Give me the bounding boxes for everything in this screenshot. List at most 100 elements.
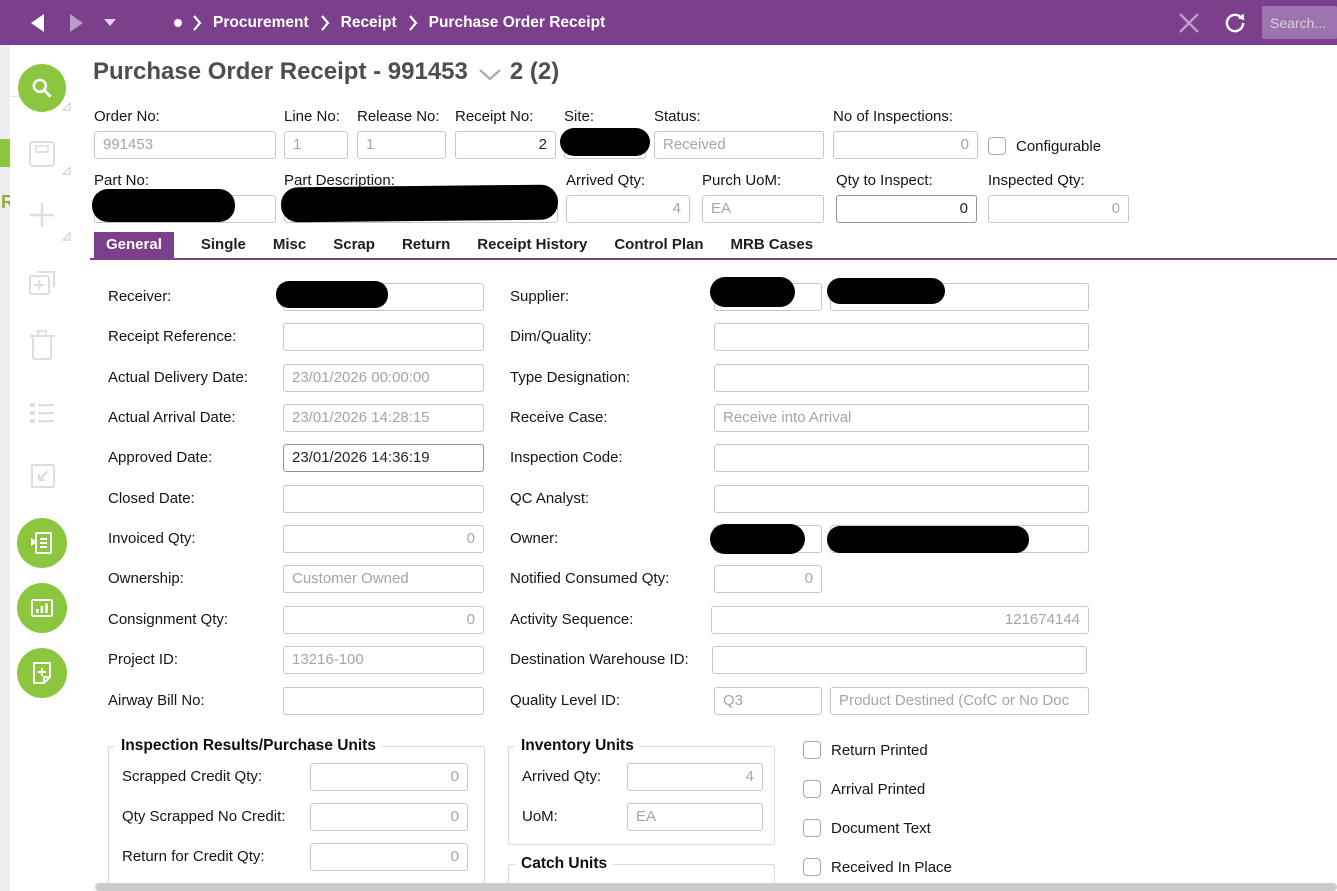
tab-bar: General Single Misc Scrap Return Receipt… — [94, 232, 813, 258]
title-chevron-down-icon[interactable] — [478, 68, 502, 82]
configurable-checkbox-row[interactable]: Configurable — [988, 137, 1101, 155]
ownership-input[interactable]: Customer Owned — [283, 565, 484, 593]
release-no-input[interactable]: 1 — [357, 131, 446, 159]
tab-general[interactable]: General — [94, 232, 174, 258]
checkbox-label: Configurable — [1016, 137, 1102, 155]
field-label: Receiver: — [108, 288, 172, 305]
tab-scrap[interactable]: Scrap — [333, 232, 375, 258]
field-label: Arrived Qty: — [522, 768, 602, 785]
field-status: Status: Received — [654, 108, 824, 159]
corner-expand-icon[interactable] — [62, 232, 71, 241]
airway-bill-no-input[interactable] — [283, 687, 484, 715]
pop-out-button[interactable] — [28, 461, 58, 496]
add-button[interactable] — [26, 199, 58, 236]
horizontal-scrollbar[interactable] — [95, 883, 1337, 891]
return-printed-checkbox-row[interactable]: Return Printed — [803, 741, 928, 759]
quality-level-id-input[interactable]: Q3 — [714, 687, 822, 715]
field-arrived-qty: Arrived Qty: 4 — [566, 172, 690, 223]
field-label: Status: — [654, 108, 701, 125]
refresh-icon[interactable] — [1222, 10, 1248, 36]
redaction-overlay — [827, 526, 1029, 553]
search-button[interactable] — [18, 64, 66, 112]
field-line-no: Line No: 1 — [284, 108, 348, 159]
trash-icon — [30, 330, 54, 360]
app-grid-icon[interactable] — [134, 13, 154, 33]
copy-icon — [29, 271, 55, 295]
receipt-reference-input[interactable] — [283, 323, 484, 351]
tab-return[interactable]: Return — [402, 232, 450, 258]
qc-analyst-input[interactable] — [714, 485, 1089, 513]
inspected-qty-input[interactable]: 0 — [988, 195, 1129, 223]
inspection-code-input[interactable] — [714, 444, 1089, 472]
new-note-button[interactable] — [17, 648, 67, 698]
field-label: Closed Date: — [108, 490, 195, 507]
consignment-qty-input[interactable]: 0 — [283, 606, 484, 634]
activity-sequence-input[interactable]: 121674144 — [711, 606, 1089, 634]
delete-button[interactable] — [27, 327, 57, 368]
project-id-input[interactable]: 13216-100 — [283, 646, 484, 674]
field-label: Approved Date: — [108, 449, 213, 466]
status-input[interactable]: Received — [654, 131, 824, 159]
arrival-printed-checkbox-row[interactable]: Arrival Printed — [803, 780, 925, 798]
no-of-inspections-input[interactable]: 0 — [833, 131, 978, 159]
document-text-checkbox-row[interactable]: Document Text — [803, 819, 931, 837]
qty-to-inspect-input[interactable]: 0 — [836, 195, 977, 223]
document-text-checkbox[interactable] — [803, 819, 821, 837]
receipt-no-input[interactable]: 2 — [455, 131, 556, 159]
field-label: Inspection Code: — [510, 449, 623, 466]
field-label: Notified Consumed Qty: — [510, 570, 670, 587]
quality-level-description-input[interactable]: Product Destined (CofC or No Doc — [830, 687, 1089, 715]
line-no-input[interactable]: 1 — [284, 131, 348, 159]
dim-quality-input[interactable] — [714, 323, 1089, 351]
list-view-button[interactable] — [26, 396, 58, 433]
close-icon[interactable] — [1176, 10, 1202, 36]
forward-icon[interactable] — [66, 12, 86, 34]
qty-scrapped-no-credit-input[interactable]: 0 — [310, 803, 468, 831]
received-in-place-checkbox[interactable] — [803, 858, 821, 876]
field-label: Arrived Qty: — [566, 172, 646, 189]
actual-arrival-date-input[interactable]: 23/01/2026 14:28:15 — [283, 404, 484, 432]
configurable-checkbox[interactable] — [988, 137, 1006, 155]
document-log-button[interactable] — [17, 518, 67, 568]
order-no-input[interactable]: 991453 — [94, 131, 276, 159]
pop-out-icon — [31, 464, 55, 488]
notified-consumed-qty-input[interactable]: 0 — [714, 565, 822, 593]
tab-mrb-cases[interactable]: MRB Cases — [731, 232, 814, 258]
app-window: Procurement Receipt Purchase Order Recei… — [0, 0, 1337, 891]
tab-receipt-history[interactable]: Receipt History — [477, 232, 587, 258]
back-icon[interactable] — [28, 12, 48, 34]
arrival-printed-checkbox[interactable] — [803, 780, 821, 798]
redaction-overlay — [827, 278, 945, 304]
redaction-overlay — [710, 524, 805, 554]
copy-record-button[interactable] — [25, 265, 59, 304]
history-dropdown-icon[interactable] — [104, 18, 116, 27]
purch-uom-input[interactable]: EA — [702, 195, 824, 223]
received-in-place-checkbox-row[interactable]: Received In Place — [803, 858, 952, 876]
destination-warehouse-id-input[interactable] — [712, 646, 1087, 674]
save-button[interactable] — [26, 137, 58, 176]
inventory-arrived-qty-input[interactable]: 4 — [627, 763, 763, 791]
closed-date-input[interactable] — [283, 485, 484, 513]
tab-single[interactable]: Single — [201, 232, 246, 258]
corner-expand-icon[interactable] — [62, 102, 71, 111]
tab-misc[interactable]: Misc — [273, 232, 306, 258]
search-input[interactable] — [1262, 6, 1337, 39]
actual-delivery-date-input[interactable]: 23/01/2026 00:00:00 — [283, 364, 484, 392]
statistics-button[interactable] — [17, 583, 67, 633]
tab-control-plan[interactable]: Control Plan — [614, 232, 703, 258]
invoiced-qty-input[interactable]: 0 — [283, 525, 484, 553]
field-inspected-qty: Inspected Qty: 0 — [988, 172, 1129, 223]
return-for-credit-qty-input[interactable]: 0 — [310, 843, 468, 871]
breadcrumb-receipt[interactable]: Receipt — [341, 14, 397, 32]
field-purch-uom: Purch UoM: EA — [702, 172, 824, 223]
scrapped-credit-qty-input[interactable]: 0 — [310, 763, 468, 791]
receive-case-input[interactable]: Receive into Arrival — [714, 404, 1089, 432]
approved-date-input[interactable]: 23/01/2026 14:36:19 — [283, 444, 484, 472]
return-printed-checkbox[interactable] — [803, 741, 821, 759]
breadcrumb-procurement[interactable]: Procurement — [213, 14, 309, 32]
arrived-qty-input[interactable]: 4 — [566, 195, 690, 223]
inventory-uom-input[interactable]: EA — [627, 803, 763, 831]
type-designation-input[interactable] — [714, 364, 1089, 392]
breadcrumb-purchase-order-receipt: Purchase Order Receipt — [428, 13, 606, 31]
corner-expand-icon[interactable] — [62, 166, 71, 175]
